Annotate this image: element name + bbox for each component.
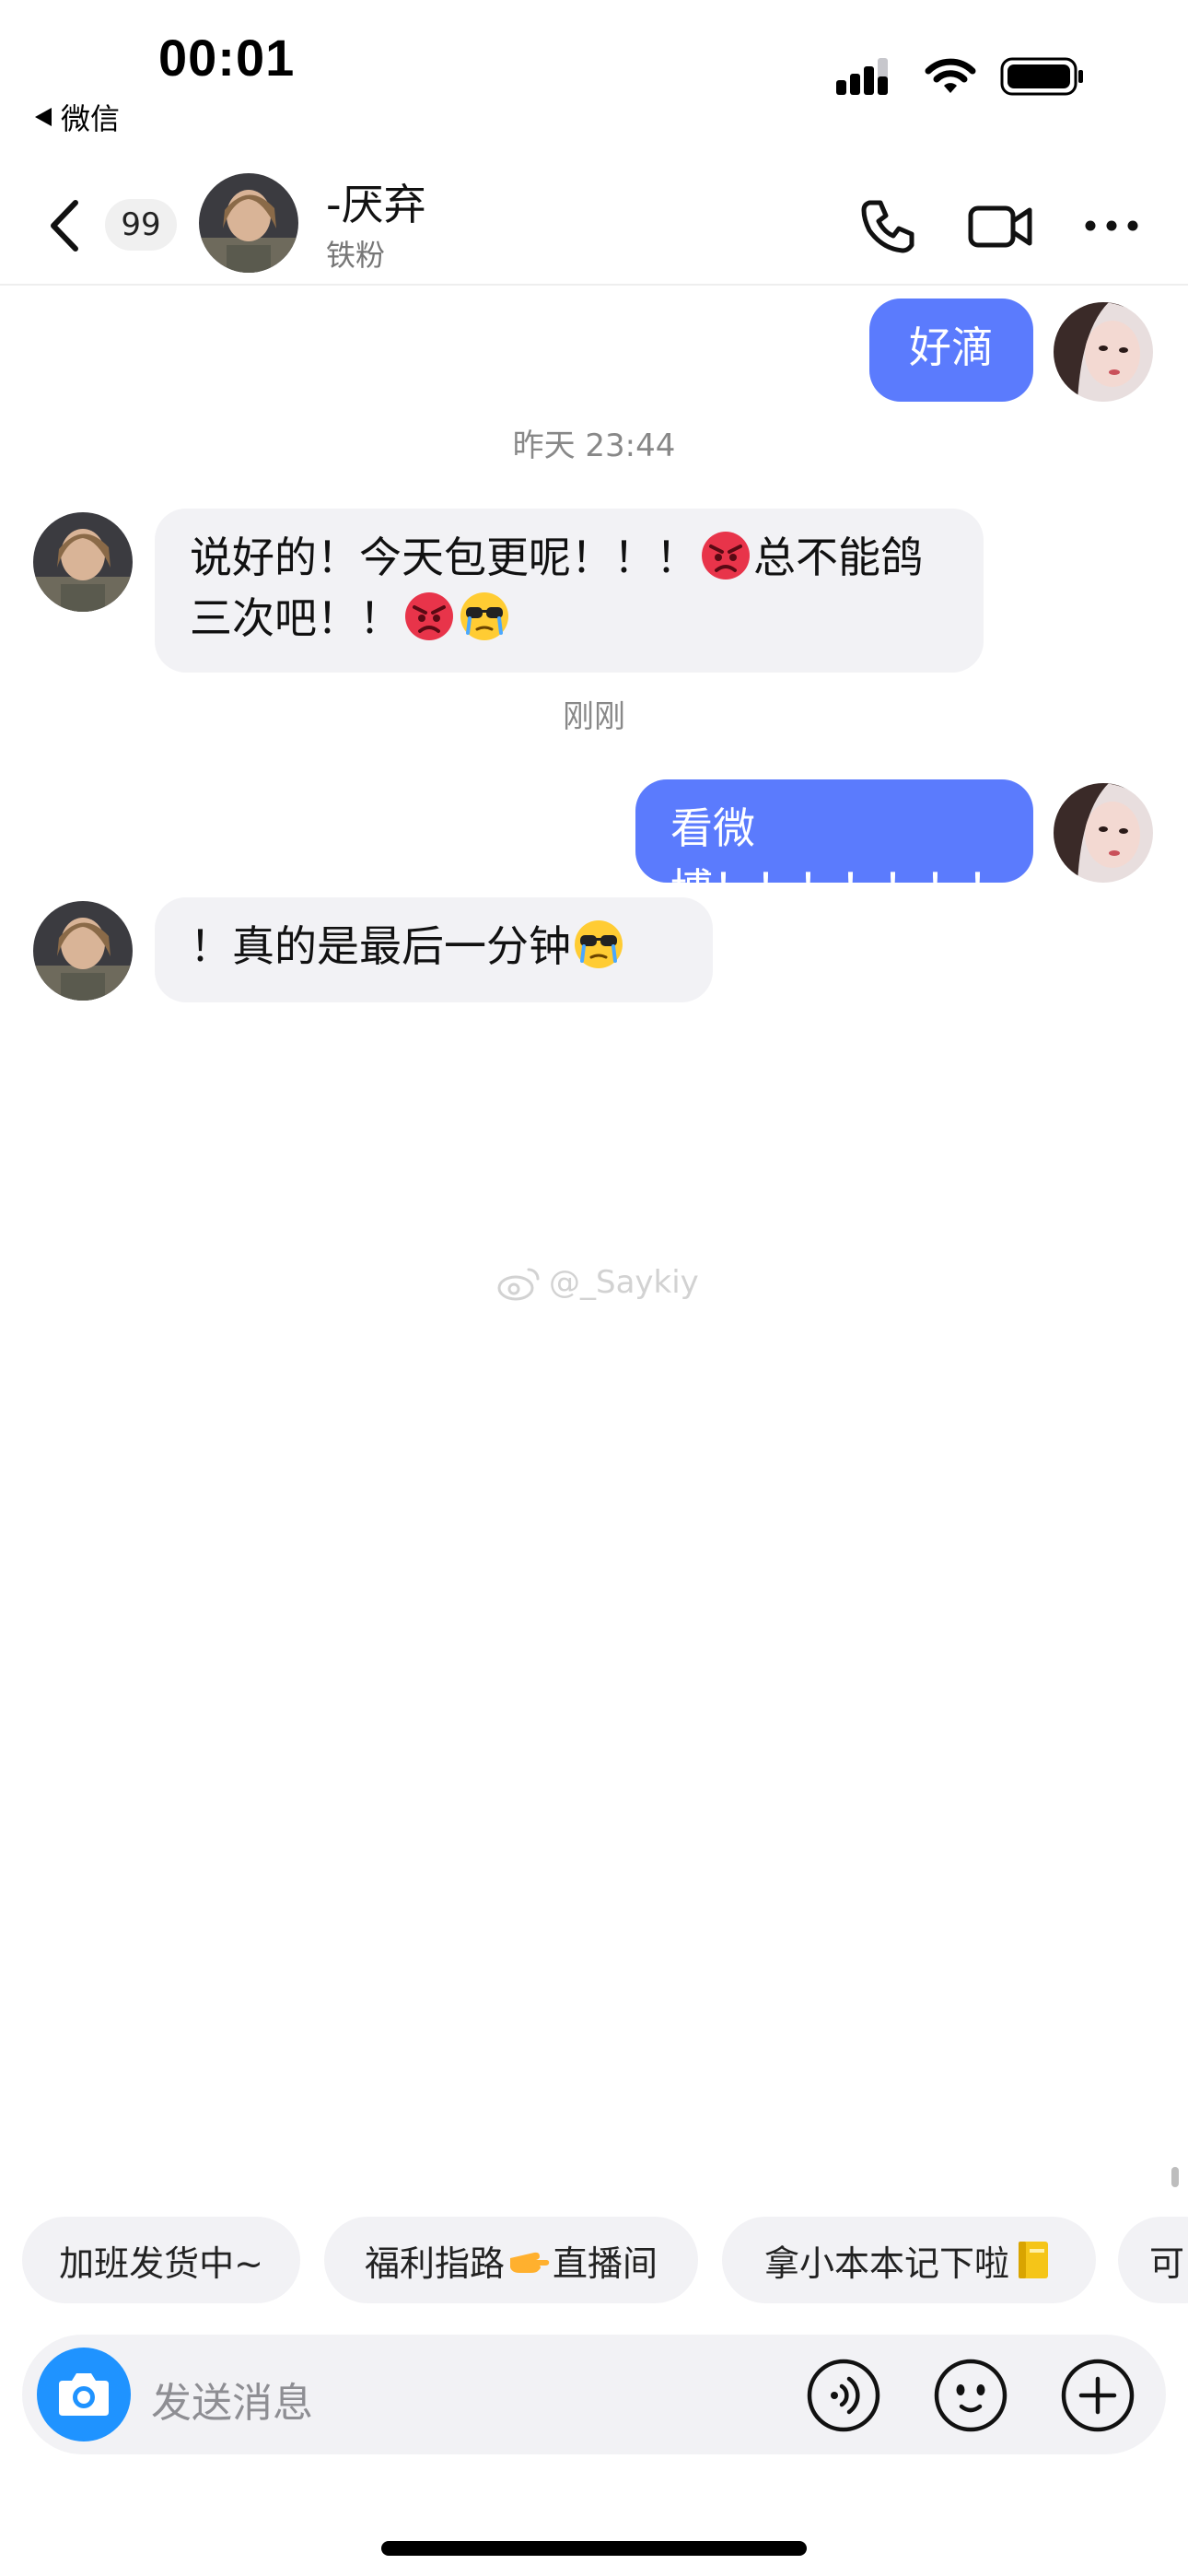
status-back-app-label: 微信 [61,101,121,136]
message-incoming[interactable]: ！真的是最后一分钟 [155,897,713,1002]
contact-avatar[interactable] [33,901,133,1001]
timestamp: 刚刚 [563,698,625,735]
plus-circle-icon[interactable] [1061,2359,1135,2432]
wifi-icon [925,58,976,93]
my-avatar[interactable] [1054,302,1153,402]
weibo-logo-icon [497,1268,540,1301]
home-indicator[interactable] [381,2541,807,2556]
quick-reply-text-cont: 直播间 [553,2242,658,2284]
more-dots-icon[interactable] [1079,193,1144,258]
angry-face-emoji-icon [405,592,453,640]
contact-fan-label: 铁粉 [326,238,386,273]
message-input[interactable]: 发送消息 [151,2370,313,2429]
contact-name[interactable]: -厌弃 [326,171,426,232]
triangle-left-icon [35,108,52,126]
chat-header: 99 -厌弃 铁粉 [0,166,1188,286]
message-text-line2: 三次吧！！ [190,593,402,643]
quick-reply-chip[interactable]: 加班发货中~ [22,2217,300,2303]
camera-icon [59,2373,109,2416]
cellular-signal-icon [836,58,888,95]
quick-reply-chip[interactable]: 可 [1118,2217,1188,2303]
pointing-hand-emoji-icon [510,2252,550,2273]
voice-icon[interactable] [807,2359,880,2432]
quick-reply-text: 福利指路 [364,2242,505,2284]
message-outgoing[interactable]: 好滴 [869,299,1033,402]
angry-face-emoji-icon [702,532,750,580]
contact-avatar[interactable] [33,512,133,612]
my-avatar[interactable] [1054,783,1153,883]
message-text-cont: 总不能鸽 [753,533,923,582]
status-time: 00:01 [158,29,296,87]
chevron-left-icon[interactable] [39,193,90,258]
sunglasses-crying-emoji-icon [460,592,508,640]
notebook-emoji-icon [1019,2242,1048,2278]
sunglasses-crying-emoji-icon [575,920,623,968]
weibo-watermark: @_Saykiy [497,1264,699,1301]
message-incoming[interactable]: 说好的！今天包更呢！！！ 总不能鸽三次吧！！ [155,509,984,673]
status-back-to-app[interactable]: 微信 [33,96,120,138]
message-outgoing[interactable]: 看微博！！！！！！！ [635,779,1033,914]
video-camera-icon[interactable] [967,193,1035,258]
message-text: 说好的！今天包更呢！！！ [190,533,698,582]
quick-reply-chip[interactable]: 拿小本本记下啦 [722,2217,1096,2303]
contact-avatar[interactable] [199,173,298,273]
phone-icon[interactable] [856,193,921,258]
quick-reply-chip[interactable]: 福利指路 直播间 [324,2217,698,2303]
camera-button[interactable] [37,2348,131,2441]
emoji-face-icon[interactable] [934,2359,1007,2432]
timestamp: 昨天 23:44 [512,427,676,464]
battery-icon [1000,57,1083,96]
unread-count-badge[interactable]: 99 [105,199,177,251]
status-icons [836,57,1085,96]
message-text: ！真的是最后一分钟 [190,921,571,971]
scrollbar[interactable] [1171,2167,1179,2187]
watermark-text: @_Saykiy [549,1264,699,1301]
quick-reply-text: 拿小本本记下啦 [763,2242,1009,2284]
message-input-bar: 发送消息 [22,2335,1166,2454]
